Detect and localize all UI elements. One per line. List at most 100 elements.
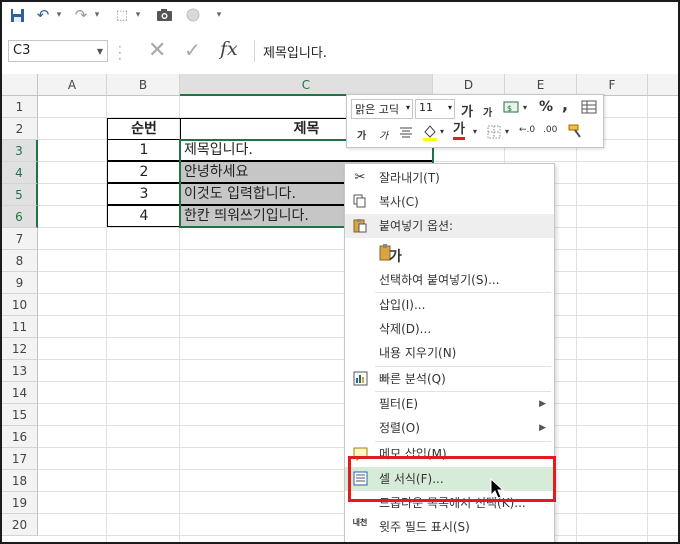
menu-item-delete[interactable]: 삭제(D)... — [345, 317, 554, 341]
paste-option-label: 가 — [389, 249, 402, 265]
row-header-10[interactable]: 10 — [2, 294, 38, 316]
row-header-9[interactable]: 9 — [2, 272, 38, 294]
row-header-6[interactable]: 6 — [2, 206, 38, 228]
font-name-box[interactable]: 맑은 고딕 ▾ — [351, 99, 413, 119]
menu-item-clear-contents[interactable]: 내용 지우기(N) — [345, 341, 554, 365]
svg-text:$: $ — [507, 104, 512, 113]
column-header-d[interactable]: D — [433, 74, 505, 96]
row-header-15[interactable]: 15 — [2, 404, 38, 426]
shrink-font-icon[interactable]: 가 — [483, 104, 492, 119]
bold-icon[interactable]: 가 — [357, 127, 366, 142]
comma-style-icon[interactable]: , — [562, 95, 568, 114]
enter-icon[interactable]: ✓ — [184, 38, 201, 62]
column-header-b[interactable]: B — [107, 74, 180, 96]
redo-dropdown-icon[interactable]: ▾ — [92, 5, 102, 25]
chevron-down-icon[interactable]: ▾ — [448, 103, 452, 112]
insert-function-icon[interactable]: fx — [220, 38, 238, 60]
menu-header-paste-options: 붙여넣기 옵션: — [345, 214, 554, 238]
chevron-down-icon[interactable]: ▾ — [406, 103, 410, 112]
chevron-down-icon[interactable]: ▼ — [97, 47, 103, 56]
menu-item-filter[interactable]: 필터(E) ▶ — [345, 392, 554, 416]
highlight-box — [348, 456, 556, 502]
menu-item-paste-special[interactable]: 선택하여 붙여넣기(S)... — [345, 268, 554, 292]
menu-item-sort[interactable]: 정렬(O) ▶ — [345, 416, 554, 440]
row-header-5[interactable]: 5 — [2, 184, 38, 206]
undo-icon[interactable]: ↶ — [34, 5, 52, 25]
fill-color-icon[interactable] — [421, 123, 439, 144]
save-icon[interactable] — [8, 5, 26, 25]
row-header-18[interactable]: 18 — [2, 470, 38, 492]
decrease-decimal-icon[interactable]: .00 — [543, 125, 557, 135]
row-header-8[interactable]: 8 — [2, 250, 38, 272]
row-header-14[interactable]: 14 — [2, 382, 38, 404]
row-header-12[interactable]: 12 — [2, 338, 38, 360]
grow-font-icon[interactable]: 가 — [461, 101, 473, 120]
row-header-2[interactable]: 2 — [2, 118, 38, 140]
redo-icon[interactable]: ↷ — [72, 5, 90, 25]
row-header-16[interactable]: 16 — [2, 426, 38, 448]
copy-icon — [351, 194, 369, 210]
column-header-a[interactable]: A — [38, 74, 107, 96]
increase-decimal-icon[interactable]: ←.0 — [519, 125, 535, 135]
row-header-4[interactable]: 4 — [2, 162, 38, 184]
row-header-19[interactable]: 19 — [2, 492, 38, 514]
row-header-20[interactable]: 20 — [2, 514, 38, 536]
menu-item-label: 내용 지우기(N) — [379, 346, 457, 360]
chevron-down-icon[interactable]: ▾ — [523, 103, 527, 112]
name-box[interactable]: C3 ▼ — [8, 40, 108, 62]
borders-icon[interactable] — [487, 125, 501, 142]
circle-icon[interactable] — [184, 5, 202, 25]
format-painter-grid-icon[interactable] — [581, 99, 597, 118]
menu-item-insert[interactable]: 삽입(I)... — [345, 293, 554, 317]
row-header-1[interactable]: 1 — [2, 96, 38, 118]
table-cell[interactable]: 2 — [107, 161, 181, 183]
menu-item-label: 정렬(O) — [379, 421, 420, 435]
menu-header-label: 붙여넣기 옵션: — [379, 219, 454, 233]
column-header-f[interactable]: F — [577, 74, 648, 96]
percent-style-icon[interactable]: % — [539, 99, 553, 115]
table-header-cell[interactable]: 순번 — [107, 118, 181, 140]
drag-handle-icon[interactable]: · · · — [118, 41, 122, 65]
table-cell[interactable]: 3 — [107, 183, 181, 205]
cancel-icon[interactable]: ✕ — [148, 38, 166, 63]
camera-icon[interactable] — [154, 5, 174, 25]
menu-item-copy[interactable]: 복사(C) — [345, 190, 554, 214]
formula-bar: C3 ▼ · · · ✕ ✓ fx 제목입니다. — [2, 36, 678, 66]
table-cell[interactable]: 1 — [107, 139, 181, 161]
row-header-17[interactable]: 17 — [2, 448, 38, 470]
align-center-icon[interactable] — [399, 125, 413, 142]
selection-tool-icon[interactable]: ⬚ — [112, 5, 132, 25]
row-header-11[interactable]: 11 — [2, 316, 38, 338]
chevron-down-icon[interactable]: ▾ — [440, 127, 444, 136]
italic-icon[interactable]: 가 — [379, 127, 388, 142]
menu-item-label: 윗주 필드 표시(S) — [379, 520, 470, 534]
font-size-box[interactable]: 11 ▾ — [415, 99, 455, 119]
column-header-g[interactable] — [648, 74, 678, 96]
row-header-7[interactable]: 7 — [2, 228, 38, 250]
mini-toolbar: 맑은 고딕 ▾ 11 ▾ 가 가 $ ▾ % , 가 가 ▾ 가 ▾ ▾ ←.0… — [346, 94, 604, 148]
menu-item-label: 삭제(D)... — [379, 322, 432, 336]
table-cell[interactable]: 4 — [107, 205, 181, 227]
formula-input[interactable]: 제목입니다. — [254, 40, 678, 62]
chevron-right-icon: ▶ — [539, 423, 546, 433]
selection-dropdown-icon[interactable]: ▾ — [133, 5, 143, 25]
chevron-down-icon[interactable]: ▾ — [473, 127, 477, 136]
row-header-3[interactable]: 3 — [2, 140, 38, 162]
chevron-down-icon[interactable]: ▾ — [505, 127, 509, 136]
undo-dropdown-icon[interactable]: ▾ — [54, 5, 64, 25]
row-header-13[interactable]: 13 — [2, 360, 38, 382]
menu-item-quick-analysis[interactable]: 빠른 분석(Q) — [345, 367, 554, 391]
menu-item-phonetic-field[interactable]: 내천 윗주 필드 표시(S) — [345, 515, 554, 539]
font-color-icon[interactable]: 가 — [453, 122, 465, 140]
accounting-format-icon[interactable]: $ — [503, 99, 521, 118]
format-painter-icon[interactable] — [567, 123, 585, 144]
font-name-value: 맑은 고딕 — [355, 103, 399, 116]
menu-item-cut[interactable]: ✂ 잘라내기(T) — [345, 166, 554, 190]
customize-toolbar-icon[interactable]: ▾ — [214, 5, 224, 25]
column-header-e[interactable]: E — [505, 74, 577, 96]
menu-item-label: 복사(C) — [379, 195, 419, 209]
menu-item-label: 필터(E) — [379, 397, 419, 411]
column-header-c[interactable]: C — [180, 74, 433, 96]
select-all-corner[interactable] — [2, 74, 38, 96]
gridline — [576, 96, 577, 542]
